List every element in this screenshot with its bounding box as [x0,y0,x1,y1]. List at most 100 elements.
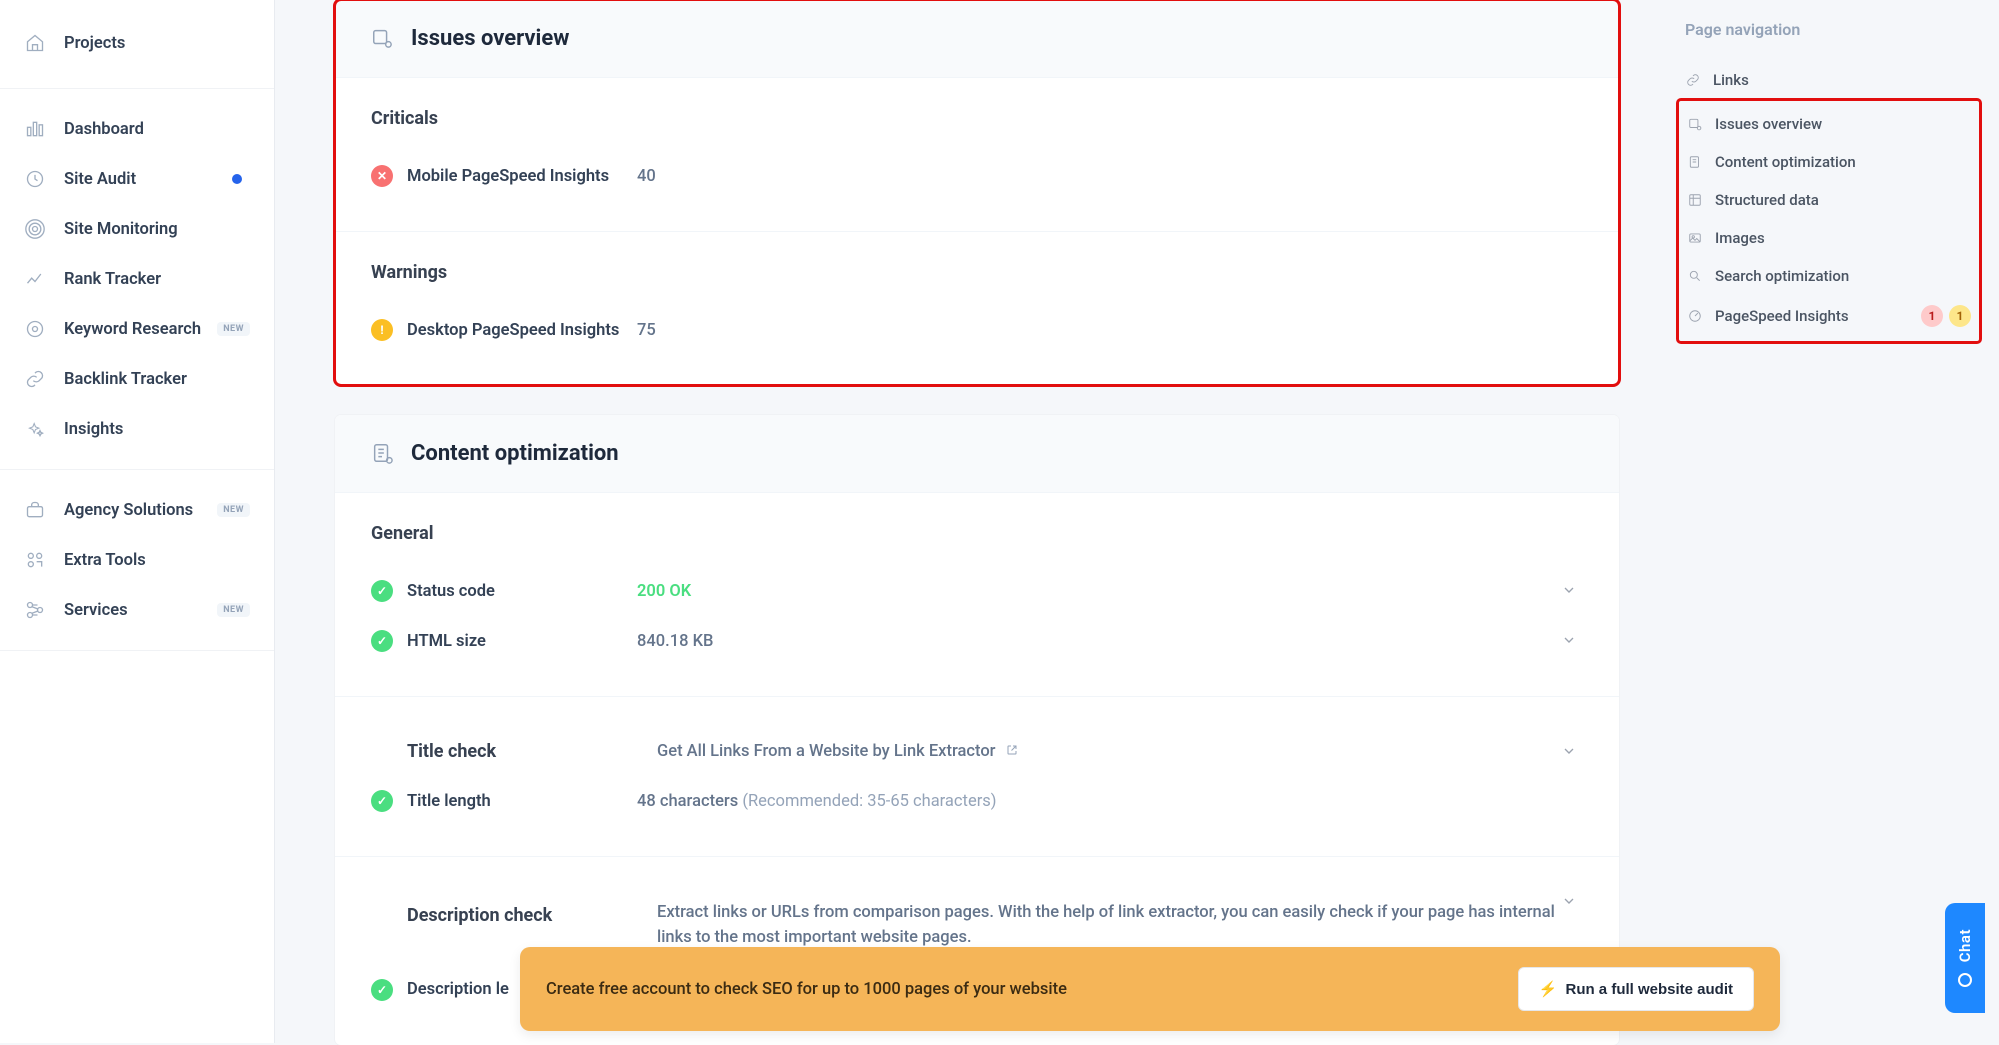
row-value: 840.18 KB [637,632,1583,651]
title-check-value: Get All Links From a Website by Link Ext… [657,742,1583,761]
ok-icon: ✓ [371,979,393,1001]
chat-bubble-icon [1958,973,1972,987]
sidebar-item-extra-tools[interactable]: Extra Tools [0,535,274,585]
issues-icon [371,27,395,51]
sidebar-item-projects[interactable]: Projects [0,18,274,68]
pagenav-item-images[interactable]: Images [1681,219,1977,257]
sidebar-item-agency-solutions[interactable]: Agency Solutions NEW [0,485,274,535]
pagenav-item-links[interactable]: Links [1679,61,1979,99]
sidebar-item-services[interactable]: Services NEW [0,585,274,635]
description-check-value: Extract links or URLs from comparison pa… [657,901,1583,951]
row-label: Desktop PageSpeed Insights [407,321,637,340]
sidebar-item-insights[interactable]: Insights [0,404,274,454]
warnings-block: Warnings ! Desktop PageSpeed Insights 75 [335,232,1619,385]
pagenav-item-content-optimization[interactable]: Content optimization [1681,143,1977,181]
sidebar-item-label: Site Audit [64,170,232,189]
sidebar-item-keyword-research[interactable]: Keyword Research NEW [0,304,274,354]
pagenav-item-structured-data[interactable]: Structured data [1681,181,1977,219]
bolt-icon: ⚡ [1539,980,1558,998]
pagenav-label: Links [1713,71,1973,89]
row-label: Title length [407,792,637,811]
sidebar-item-label: Insights [64,420,250,439]
title-length-row[interactable]: ✓ Title length 48 characters (Recommende… [371,776,1583,826]
issues-overview-card: Issues overview Criticals ✕ Mobile PageS… [335,0,1619,385]
row-value: 200 OK [637,582,1583,601]
cta-banner: Create free account to check SEO for up … [520,947,1780,1031]
sidebar-item-rank-tracker[interactable]: Rank Tracker [0,254,274,304]
structured-icon [1687,192,1703,208]
pagenav-label: PageSpeed Insights [1715,307,1915,325]
pagenav-item-issues-overview[interactable]: Issues overview [1681,105,1977,143]
new-badge: NEW [217,322,250,336]
critical-count-badge: 1 [1921,305,1943,327]
chevron-down-icon[interactable] [1561,743,1579,761]
warning-row[interactable]: ! Desktop PageSpeed Insights 75 [371,305,1583,355]
sidebar-item-label: Agency Solutions [64,501,207,520]
card-header: Content optimization [335,415,1619,493]
card-title: Content optimization [411,441,619,466]
row-label: Status code [407,582,637,601]
pagenav-highlighted-group: Issues overview Content optimization Str… [1679,101,1979,341]
general-block: General ✓ Status code 200 OK ✓ HTML size… [335,493,1619,697]
pagenav-label: Search optimization [1715,267,1971,285]
sidebar-item-label: Services [64,601,207,620]
backlink-icon [24,368,46,390]
sidebar-item-site-audit[interactable]: Site Audit [0,154,274,204]
ok-icon: ✓ [371,580,393,602]
home-icon [24,32,46,54]
status-code-row[interactable]: ✓ Status code 200 OK [371,566,1583,616]
title-check-heading: Title check [407,741,657,762]
pagenav-label: Content optimization [1715,153,1971,171]
description-check-heading: Description check [407,901,657,926]
row-value: 75 [637,321,1583,340]
run-audit-button[interactable]: ⚡ Run a full website audit [1518,967,1754,1011]
sidebar-item-backlink-tracker[interactable]: Backlink Tracker [0,354,274,404]
row-label: Mobile PageSpeed Insights [407,167,637,186]
sidebar-item-label: Rank Tracker [64,270,250,289]
chevron-down-icon[interactable] [1561,632,1579,650]
warning-icon: ! [371,319,393,341]
row-value: 48 characters (Recommended: 35-65 charac… [637,792,1583,811]
html-size-row[interactable]: ✓ HTML size 840.18 KB [371,616,1583,666]
sidebar: Projects Dashboard Site Audit Site Monit… [0,0,275,1043]
chat-label: Chat [1956,929,1974,962]
title-check-block: Title check Get All Links From a Website… [335,697,1619,857]
card-header: Issues overview [335,0,1619,78]
sidebar-item-label: Site Monitoring [64,220,250,239]
insights-icon [24,418,46,440]
new-badge: NEW [217,603,250,617]
card-title: Issues overview [411,26,569,51]
sidebar-item-dashboard[interactable]: Dashboard [0,104,274,154]
speed-icon [1687,308,1703,324]
issues-icon [1687,116,1703,132]
chat-button[interactable]: Chat [1945,903,1985,1013]
sidebar-item-site-monitoring[interactable]: Site Monitoring [0,204,274,254]
sidebar-item-label: Dashboard [64,120,250,139]
title-check-row[interactable]: Title check Get All Links From a Website… [371,727,1583,776]
agency-icon [24,499,46,521]
external-link-icon[interactable] [1006,744,1018,756]
criticals-heading: Criticals [371,108,1583,129]
sidebar-item-label: Keyword Research [64,320,207,339]
critical-row[interactable]: ✕ Mobile PageSpeed Insights 40 [371,151,1583,201]
pagenav-label: Images [1715,229,1971,247]
active-indicator-dot [232,174,242,184]
warnings-heading: Warnings [371,262,1583,283]
chevron-down-icon[interactable] [1561,582,1579,600]
cta-button-label: Run a full website audit [1565,981,1733,998]
page-navigation: Page navigation Links Issues overview Co… [1659,0,1999,343]
services-icon [24,599,46,621]
pagenav-item-pagespeed-insights[interactable]: PageSpeed Insights 1 1 [1681,295,1977,337]
tools-icon [24,549,46,571]
cta-text: Create free account to check SEO for up … [546,980,1518,999]
chevron-down-icon[interactable] [1561,893,1579,911]
link-icon [1685,72,1701,88]
sidebar-item-label: Backlink Tracker [64,370,250,389]
pagenav-item-search-optimization[interactable]: Search optimization [1681,257,1977,295]
keyword-icon [24,318,46,340]
content-icon [371,442,395,466]
row-label: HTML size [407,632,637,651]
row-value: 40 [637,167,1583,186]
critical-icon: ✕ [371,165,393,187]
sidebar-item-label: Extra Tools [64,551,250,570]
